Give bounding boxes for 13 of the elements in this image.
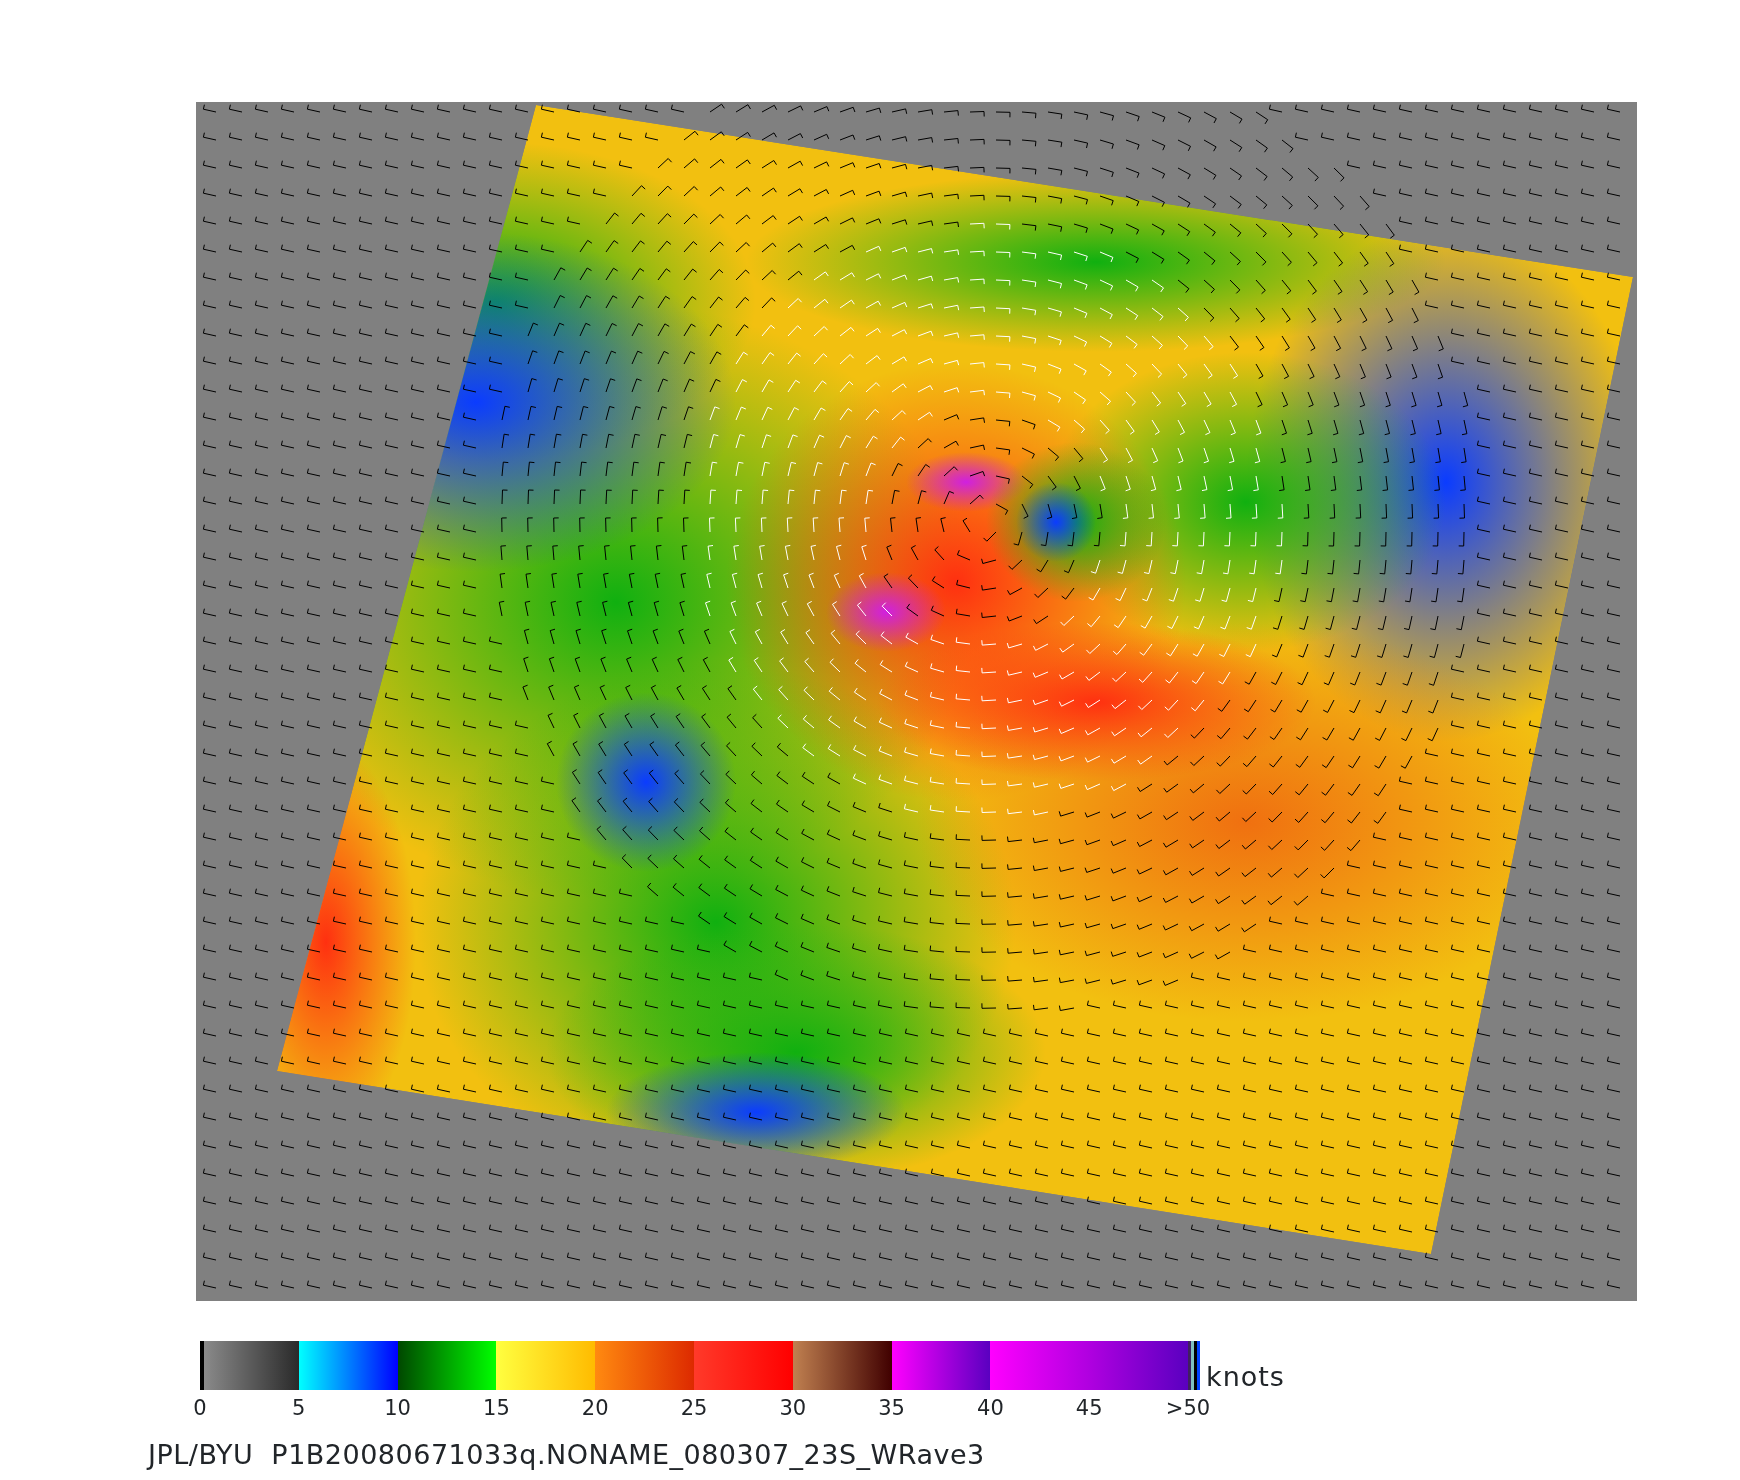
tick-label: 15	[482, 1398, 511, 1419]
tick-label: 5	[291, 1398, 307, 1419]
tick-label: 0	[192, 1398, 208, 1419]
tick-label: 25	[679, 1398, 709, 1419]
tick-label: 45	[1074, 1398, 1104, 1419]
tick-label: 35	[877, 1398, 906, 1419]
tick-label: 40	[976, 1398, 1005, 1419]
tick-label: 20	[580, 1398, 610, 1419]
image-caption: JPL/BYU P1B20080671033q.NONAME_080307_23S_WRave3	[148, 1441, 986, 1468]
unit-label: knots	[1206, 1363, 1285, 1390]
tick-label: 30	[778, 1398, 808, 1419]
tick-label: 10	[383, 1398, 412, 1419]
tick-label: >50	[1164, 1398, 1212, 1419]
